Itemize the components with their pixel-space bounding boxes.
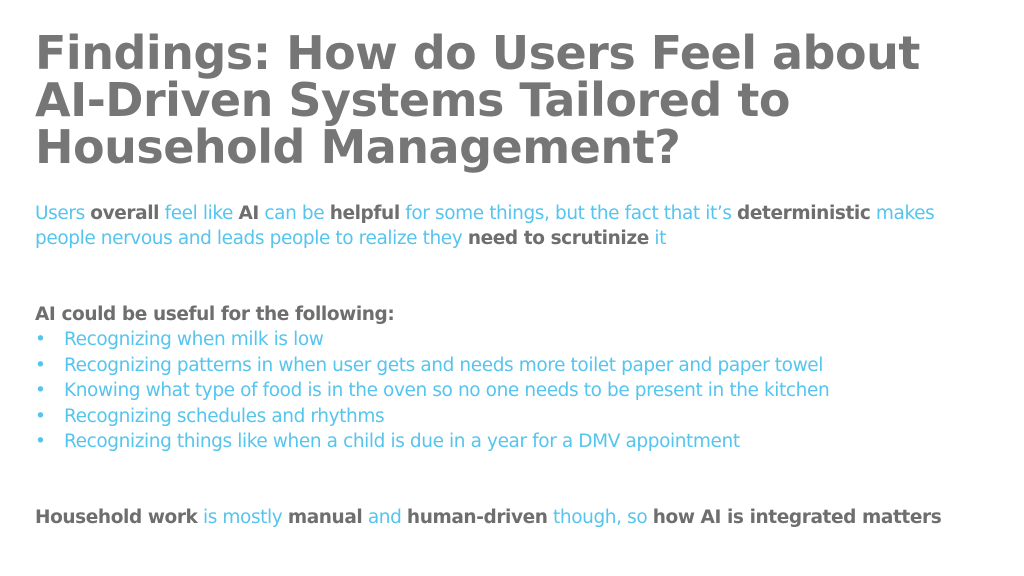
intro-emphasis: need to scrutinize [467,228,649,249]
slide-title: Findings: How do Users Feel about AI-Dri… [35,26,920,174]
intro-segment: it [648,228,666,249]
bullet-icon: • [35,354,46,376]
intro-emphasis: overall [90,203,160,224]
intro-segment: for some things, but the fact that it’s [399,203,738,224]
list-item-text: Recognizing when milk is low [64,329,324,350]
list-item: • Recognizing patterns in when user gets … [35,353,995,379]
conclusion-paragraph: Household work is mostly manual and huma… [35,505,995,530]
use-case-list: • Recognizing when milk is low • Recognizi… [35,327,995,455]
intro-segment: feel like [159,203,239,224]
list-item: • Recognizing schedules and rhythms [35,404,995,430]
list-item: • Recognizing when milk is low [35,327,995,353]
conclusion-segment: though, so [547,507,653,528]
list-item-text: Knowing what type of food is in the oven… [64,380,830,401]
intro-emphasis: helpful [329,203,400,224]
list-item-text: Recognizing things like when a child is … [64,431,740,452]
intro-paragraph: Users overall feel like AI can be helpfu… [35,201,995,251]
intro-segment: can be [258,203,330,224]
conclusion-emphasis: how AI is integrated matters [652,507,942,528]
bullet-icon: • [35,329,46,350]
slide: Findings: How do Users Feel about AI-Dri… [0,0,1024,576]
list-item: • Recognizing things like when a child is… [35,429,995,455]
list-item-text: Recognizing patterns in when user gets a… [64,354,824,376]
bullet-icon: • [35,380,46,401]
conclusion-emphasis: Household work [35,507,198,528]
bullet-icon: • [35,431,46,452]
conclusion-segment: and [362,507,407,528]
intro-segment: Users [35,203,91,224]
conclusion-emphasis: manual [287,507,363,528]
conclusion-segment: is mostly [197,507,288,528]
list-heading: AI could be useful for the following: [35,304,395,325]
list-item: • Knowing what type of food is in the ove… [35,378,995,404]
intro-emphasis: AI [238,203,259,224]
intro-emphasis: deterministic [737,203,871,224]
list-item-text: Recognizing schedules and rhythms [64,405,385,427]
conclusion-emphasis: human-driven [406,507,548,528]
bullet-icon: • [35,405,46,427]
